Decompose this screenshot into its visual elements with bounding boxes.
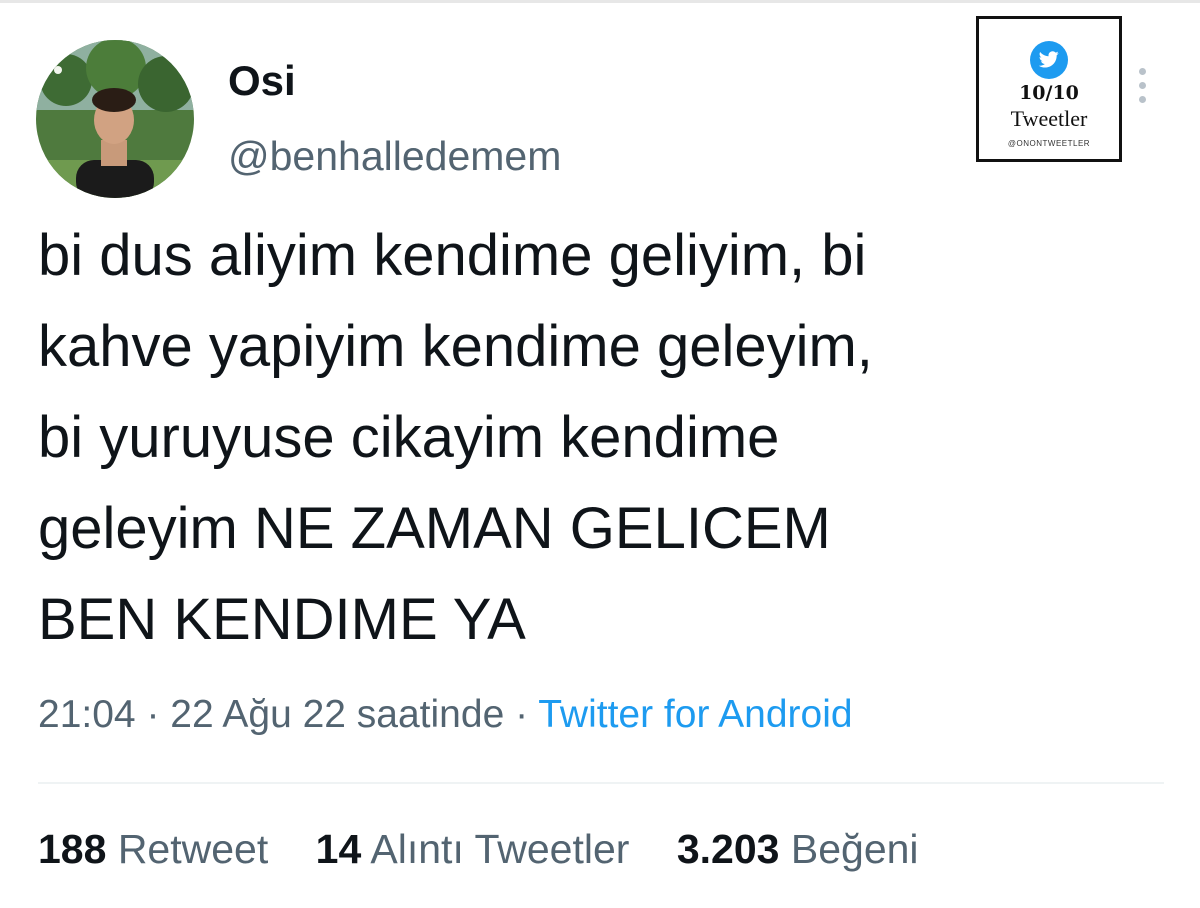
avatar[interactable] [36,40,194,198]
tweet-line: bi dus aliyim kendime geliyim, bi [38,223,867,288]
retweets-stat[interactable]: 188 Retweet [38,823,268,875]
quote-label: Alıntı Tweetler [370,826,630,872]
tweet-line: bi yuruyuse cikayim kendime [38,405,780,470]
likes-stat[interactable]: 3.203 Beğeni [677,823,919,875]
retweet-label: Retweet [117,826,269,872]
watermark-count: 10/10 [1019,82,1079,104]
watermark-title: Tweetler [1010,106,1088,131]
tweet-line: geleyim NE ZAMAN GELICEM [38,496,831,561]
divider [38,782,1164,784]
watermark-handle: @ONONTWEETLER [1007,139,1091,148]
watermark-badge: 10/10 Tweetler @ONONTWEETLER [976,16,1122,162]
retweet-count: 188 [38,826,107,872]
meta-separator: · [146,693,160,736]
tweet-source-link[interactable]: Twitter for Android [538,693,852,736]
tweet-text: bi dus aliyim kendime geliyim, bi kahve … [38,210,1138,665]
twitter-bird-icon [1030,41,1068,79]
display-name[interactable]: Osi [228,56,296,106]
like-label: Beğeni [790,826,919,872]
tweet-metadata: 21:04 · 22 Ağu 22 saatinde · Twitter for… [38,690,853,740]
tweet-line: BEN KENDIME YA [38,587,526,652]
quotes-stat[interactable]: 14 Alıntı Tweetler [316,823,630,875]
meta-separator: · [515,693,529,736]
like-count: 3.203 [676,826,780,872]
tweet-time[interactable]: 21:04 [38,693,136,736]
avatar-photo [36,40,194,198]
tweet-line: kahve yapiyim kendime geleyim, [38,314,873,379]
top-border [0,0,1200,3]
engagement-stats: 188 Retweet 14 Alıntı Tweetler 3.203 Beğ… [38,823,919,875]
quote-count: 14 [315,826,362,872]
more-options-icon[interactable] [1128,66,1156,106]
user-handle[interactable]: @benhalledemem [228,131,561,181]
tweet-date[interactable]: 22 Ağu 22 saatinde [170,693,504,736]
